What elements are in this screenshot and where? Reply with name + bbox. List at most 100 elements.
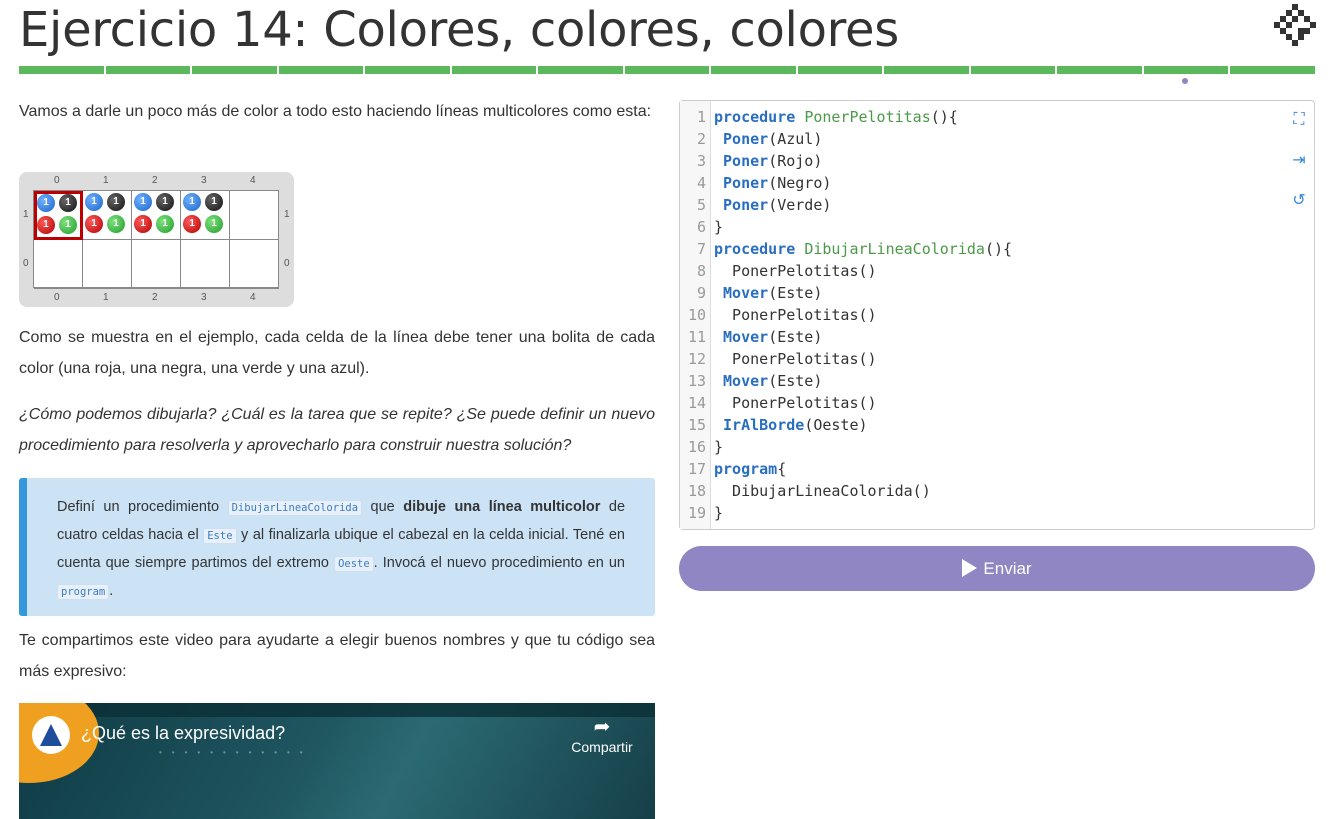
code-content[interactable]: Mover(Este) bbox=[714, 326, 822, 348]
code-text: DibujarLineaColorida() bbox=[714, 482, 931, 500]
code-content[interactable]: IrAlBorde(Oeste) bbox=[714, 414, 868, 436]
code-content[interactable]: Mover(Este) bbox=[714, 370, 822, 392]
red-ball: 1 bbox=[37, 216, 55, 234]
code-function-name: PonerPelotitas bbox=[804, 108, 931, 126]
mumuki-diamond-icon[interactable] bbox=[1274, 4, 1316, 46]
code-keyword: Mover bbox=[723, 284, 769, 302]
code-text: (Este) bbox=[768, 284, 823, 302]
code-text: PonerPelotitas() bbox=[714, 306, 877, 324]
code-keyword: Poner bbox=[723, 130, 769, 148]
indent-icon[interactable]: ⇥ bbox=[1290, 151, 1308, 169]
progress-segment[interactable] bbox=[711, 66, 796, 74]
progress-segment[interactable] bbox=[797, 66, 883, 74]
video-player[interactable]: ¿Qué es la expresividad? •••••••••••• ➦ … bbox=[19, 703, 655, 819]
code-content[interactable]: } bbox=[714, 216, 723, 238]
code-keyword: procedure bbox=[714, 240, 796, 258]
questions-text: ¿Cómo podemos dibujarla? ¿Cuál es la tar… bbox=[19, 406, 655, 454]
line-number: 16 bbox=[687, 438, 706, 456]
progress-segment[interactable] bbox=[970, 66, 1056, 74]
code-text: (Rojo) bbox=[768, 152, 823, 170]
play-icon bbox=[962, 559, 978, 577]
fullscreen-icon[interactable]: ⛶ bbox=[1290, 110, 1308, 128]
green-ball: 1 bbox=[59, 216, 77, 234]
submit-button[interactable]: Enviar bbox=[679, 546, 1315, 591]
code-content[interactable]: PonerPelotitas() bbox=[714, 260, 877, 282]
board-cell bbox=[181, 240, 230, 289]
code-text: } bbox=[714, 438, 724, 456]
code-content[interactable]: Poner(Azul) bbox=[714, 128, 822, 150]
video-title[interactable]: ¿Qué es la expresividad? bbox=[81, 723, 285, 744]
code-keyword: Poner bbox=[723, 152, 769, 170]
code-content[interactable]: } bbox=[714, 436, 723, 458]
share-button[interactable]: ➦ Compartir bbox=[567, 715, 637, 755]
code-editor[interactable]: 1 procedure PonerPelotitas(){2 Poner(Azul… bbox=[679, 100, 1315, 530]
board-column-label: 2 bbox=[152, 175, 158, 186]
task-callout: Definí un procedimiento DibujarLineaColo… bbox=[19, 478, 655, 616]
code-text: (){ bbox=[930, 108, 958, 126]
progress-segment[interactable] bbox=[19, 66, 104, 74]
code-content[interactable]: Poner(Verde) bbox=[714, 194, 831, 216]
progress-segment[interactable] bbox=[1057, 66, 1142, 74]
progress-segment[interactable] bbox=[278, 66, 364, 74]
progress-segment[interactable] bbox=[105, 66, 191, 74]
code-content[interactable]: program{ bbox=[714, 458, 786, 480]
code-content[interactable]: Poner(Negro) bbox=[714, 172, 831, 194]
board-column-label: 2 bbox=[152, 292, 158, 303]
code-keyword: IrAlBorde bbox=[723, 416, 805, 434]
code-text: (Este) bbox=[768, 328, 823, 346]
progress-segment[interactable] bbox=[451, 66, 537, 74]
code-content[interactable]: Poner(Rojo) bbox=[714, 150, 822, 172]
code-content[interactable]: DibujarLineaColorida() bbox=[714, 480, 931, 502]
progress-segment[interactable] bbox=[538, 66, 623, 74]
progress-segment[interactable] bbox=[1230, 66, 1315, 74]
green-ball: 1 bbox=[107, 215, 125, 233]
board-cell: 1111 bbox=[132, 191, 181, 240]
code-content[interactable]: procedure DibujarLineaColorida(){ bbox=[714, 238, 1012, 260]
progress-segment[interactable] bbox=[624, 66, 710, 74]
line-number: 2 bbox=[696, 130, 706, 148]
current-exercise-indicator bbox=[1182, 78, 1188, 84]
page-title: Ejercicio 14: Colores, colores, colores bbox=[19, 2, 899, 58]
reset-icon[interactable]: ↺ bbox=[1290, 191, 1308, 209]
board-grid: 1111111111111111 bbox=[33, 190, 279, 289]
code-este: Este bbox=[203, 528, 237, 544]
code-content[interactable]: Mover(Este) bbox=[714, 282, 822, 304]
channel-avatar-icon[interactable] bbox=[32, 716, 70, 754]
code-content[interactable]: } bbox=[714, 502, 723, 524]
black-ball: 1 bbox=[59, 194, 77, 212]
progress-segment[interactable] bbox=[365, 66, 450, 74]
code-content[interactable]: PonerPelotitas() bbox=[714, 348, 877, 370]
code-text: (Oeste) bbox=[804, 416, 868, 434]
board-row-label: 0 bbox=[284, 258, 290, 269]
progress-segment[interactable] bbox=[192, 66, 277, 74]
line-number: 9 bbox=[696, 284, 706, 302]
board-cell-head: 1111 bbox=[34, 191, 83, 240]
blue-ball: 1 bbox=[183, 193, 201, 211]
board-column-label: 4 bbox=[250, 292, 256, 303]
red-ball: 1 bbox=[134, 215, 152, 233]
code-oeste: Oeste bbox=[334, 556, 374, 572]
code-keyword: program bbox=[714, 460, 778, 478]
code-content[interactable]: PonerPelotitas() bbox=[714, 392, 877, 414]
progress-segment[interactable] bbox=[1143, 66, 1229, 74]
board-column-label: 3 bbox=[201, 175, 207, 186]
code-text: PonerPelotitas() bbox=[714, 394, 877, 412]
line-number: 11 bbox=[687, 328, 706, 346]
callout-text: que bbox=[362, 499, 404, 515]
video-intro-text: Te compartimos este video para ayudarte … bbox=[19, 632, 655, 680]
board-column-label: 0 bbox=[54, 175, 60, 186]
line-number: 15 bbox=[687, 416, 706, 434]
intro-text: Vamos a darle un poco más de color a tod… bbox=[19, 103, 652, 120]
progress-segment[interactable] bbox=[884, 66, 969, 74]
code-text: PonerPelotitas() bbox=[714, 350, 877, 368]
line-number: 7 bbox=[696, 240, 706, 258]
code-keyword: Mover bbox=[723, 328, 769, 346]
line-number: 14 bbox=[687, 394, 706, 412]
callout-text: . Invocá el nuevo procedimiento en un bbox=[373, 555, 625, 571]
code-content[interactable]: PonerPelotitas() bbox=[714, 304, 877, 326]
code-content[interactable]: procedure PonerPelotitas(){ bbox=[714, 106, 958, 128]
